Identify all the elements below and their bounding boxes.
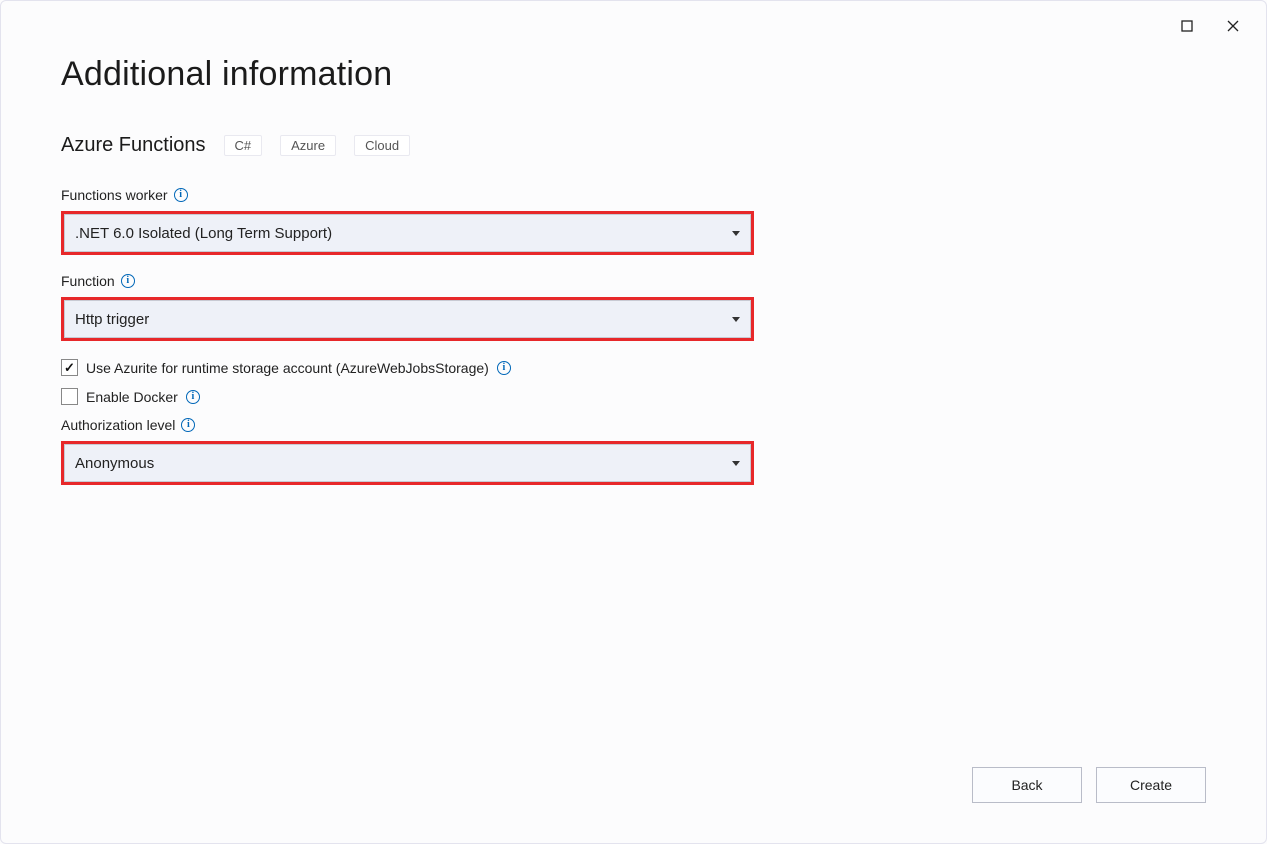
function-label-text: Function — [61, 273, 115, 289]
template-name: Azure Functions — [61, 134, 206, 157]
functions-worker-dropdown[interactable]: .NET 6.0 Isolated (Long Term Support) — [64, 214, 751, 252]
auth-level-value: Anonymous — [75, 455, 154, 472]
auth-level-label-text: Authorization level — [61, 417, 175, 433]
auth-level-dropdown[interactable]: Anonymous — [64, 444, 751, 482]
template-row: Azure Functions C# Azure Cloud — [61, 134, 1206, 157]
maximize-icon — [1181, 20, 1193, 32]
tag-csharp: C# — [224, 135, 263, 156]
function-highlight: Http trigger — [61, 297, 754, 341]
use-azurite-label: Use Azurite for runtime storage account … — [86, 360, 489, 376]
info-icon[interactable]: i — [497, 361, 511, 375]
info-icon[interactable]: i — [181, 418, 195, 432]
maximize-button[interactable] — [1176, 15, 1198, 37]
tag-cloud: Cloud — [354, 135, 410, 156]
functions-worker-value: .NET 6.0 Isolated (Long Term Support) — [75, 225, 332, 242]
auth-level-highlight: Anonymous — [61, 441, 754, 485]
dialog-content: Additional information Azure Functions C… — [61, 55, 1206, 503]
info-icon[interactable]: i — [186, 390, 200, 404]
chevron-down-icon — [732, 461, 740, 466]
functions-worker-highlight: .NET 6.0 Isolated (Long Term Support) — [61, 211, 754, 255]
chevron-down-icon — [732, 231, 740, 236]
functions-worker-label-text: Functions worker — [61, 187, 168, 203]
info-icon[interactable]: i — [174, 188, 188, 202]
function-dropdown[interactable]: Http trigger — [64, 300, 751, 338]
tag-azure: Azure — [280, 135, 336, 156]
create-button[interactable]: Create — [1096, 767, 1206, 803]
chevron-down-icon — [732, 317, 740, 322]
function-label: Function i — [61, 273, 1206, 289]
auth-level-label: Authorization level i — [61, 417, 1206, 433]
enable-docker-row: Enable Docker i — [61, 388, 1206, 405]
back-button[interactable]: Back — [972, 767, 1082, 803]
function-value: Http trigger — [75, 311, 149, 328]
use-azurite-checkbox[interactable] — [61, 359, 78, 376]
info-icon[interactable]: i — [121, 274, 135, 288]
close-button[interactable] — [1222, 15, 1244, 37]
enable-docker-label: Enable Docker — [86, 389, 178, 405]
window-titlebar — [1176, 1, 1266, 41]
close-icon — [1226, 19, 1240, 33]
use-azurite-row: Use Azurite for runtime storage account … — [61, 359, 1206, 376]
dialog-footer: Back Create — [972, 767, 1206, 803]
enable-docker-checkbox[interactable] — [61, 388, 78, 405]
page-title: Additional information — [61, 55, 1206, 94]
functions-worker-label: Functions worker i — [61, 187, 1206, 203]
